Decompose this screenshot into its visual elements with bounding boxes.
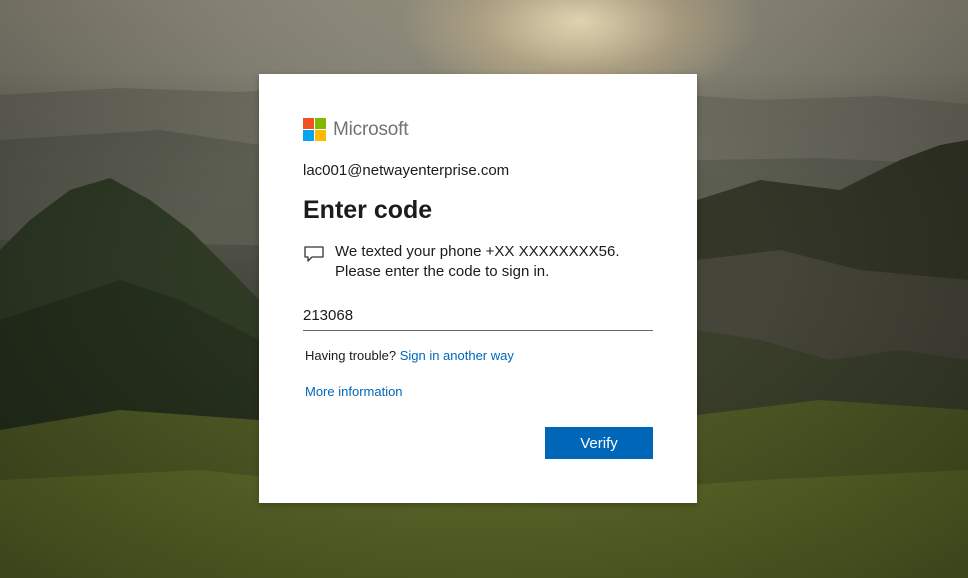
sign-in-another-way-link[interactable]: Sign in another way [400,348,514,363]
trouble-row: Having trouble? Sign in another way [305,348,514,363]
more-information-link[interactable]: More information [305,384,403,399]
microsoft-logo-icon [303,118,326,141]
code-input[interactable] [303,300,653,331]
verify-button[interactable]: Verify [545,427,653,459]
sign-in-card: Microsoft lac001@netwayenterprise.com En… [259,74,697,503]
sms-message: We texted your phone +XX XXXXXXXX56. Ple… [303,242,655,282]
chat-bubble-icon [304,246,324,262]
logo-text: Microsoft [333,118,409,140]
trouble-label: Having trouble? [305,348,397,363]
page-title: Enter code [303,196,433,224]
sms-message-text: We texted your phone +XX XXXXXXXX56. Ple… [335,243,620,280]
microsoft-logo: Microsoft [303,118,408,141]
account-email: lac001@netwayenterprise.com [303,162,510,179]
